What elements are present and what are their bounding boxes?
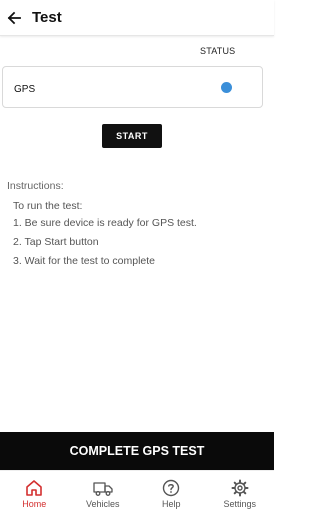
back-arrow-icon bbox=[7, 11, 21, 24]
instructions-intro: To run the test: bbox=[13, 200, 83, 212]
nav-item-vehicles[interactable]: Vehicles bbox=[69, 471, 138, 512]
nav-item-home[interactable]: Home bbox=[0, 471, 69, 512]
nav-item-settings[interactable]: Settings bbox=[206, 471, 275, 512]
instructions-steps: 1. Be sure device is ready for GPS test.… bbox=[13, 217, 197, 274]
instruction-step: 1. Be sure device is ready for GPS test. bbox=[13, 217, 197, 229]
nav-label-vehicles: Vehicles bbox=[85, 499, 120, 509]
page-title: Test bbox=[32, 9, 62, 26]
complete-gps-test-button[interactable]: COMPLETE GPS TEST bbox=[0, 432, 274, 470]
status-column-label: STATUS bbox=[200, 46, 236, 56]
app-header: Test bbox=[0, 0, 274, 36]
back-button[interactable] bbox=[2, 6, 26, 30]
truck-icon bbox=[93, 478, 113, 498]
instructions-heading: Instructions: bbox=[7, 180, 64, 192]
gps-status-indicator bbox=[221, 82, 232, 93]
gps-test-label: GPS bbox=[14, 84, 36, 95]
home-icon bbox=[24, 478, 44, 498]
nav-item-help[interactable]: Help bbox=[137, 471, 206, 512]
nav-label-help: Help bbox=[161, 499, 181, 509]
instruction-step: 2. Tap Start button bbox=[13, 236, 99, 248]
help-icon bbox=[161, 478, 181, 498]
instruction-step: 3. Wait for the test to complete bbox=[13, 255, 156, 267]
gps-test-row[interactable]: GPS bbox=[2, 66, 263, 108]
nav-label-home: Home bbox=[22, 499, 47, 509]
bottom-nav: Home Vehicles Help Settings bbox=[0, 470, 274, 512]
nav-label-settings: Settings bbox=[223, 499, 257, 509]
start-button[interactable]: START bbox=[102, 124, 162, 148]
gear-icon bbox=[230, 478, 250, 498]
